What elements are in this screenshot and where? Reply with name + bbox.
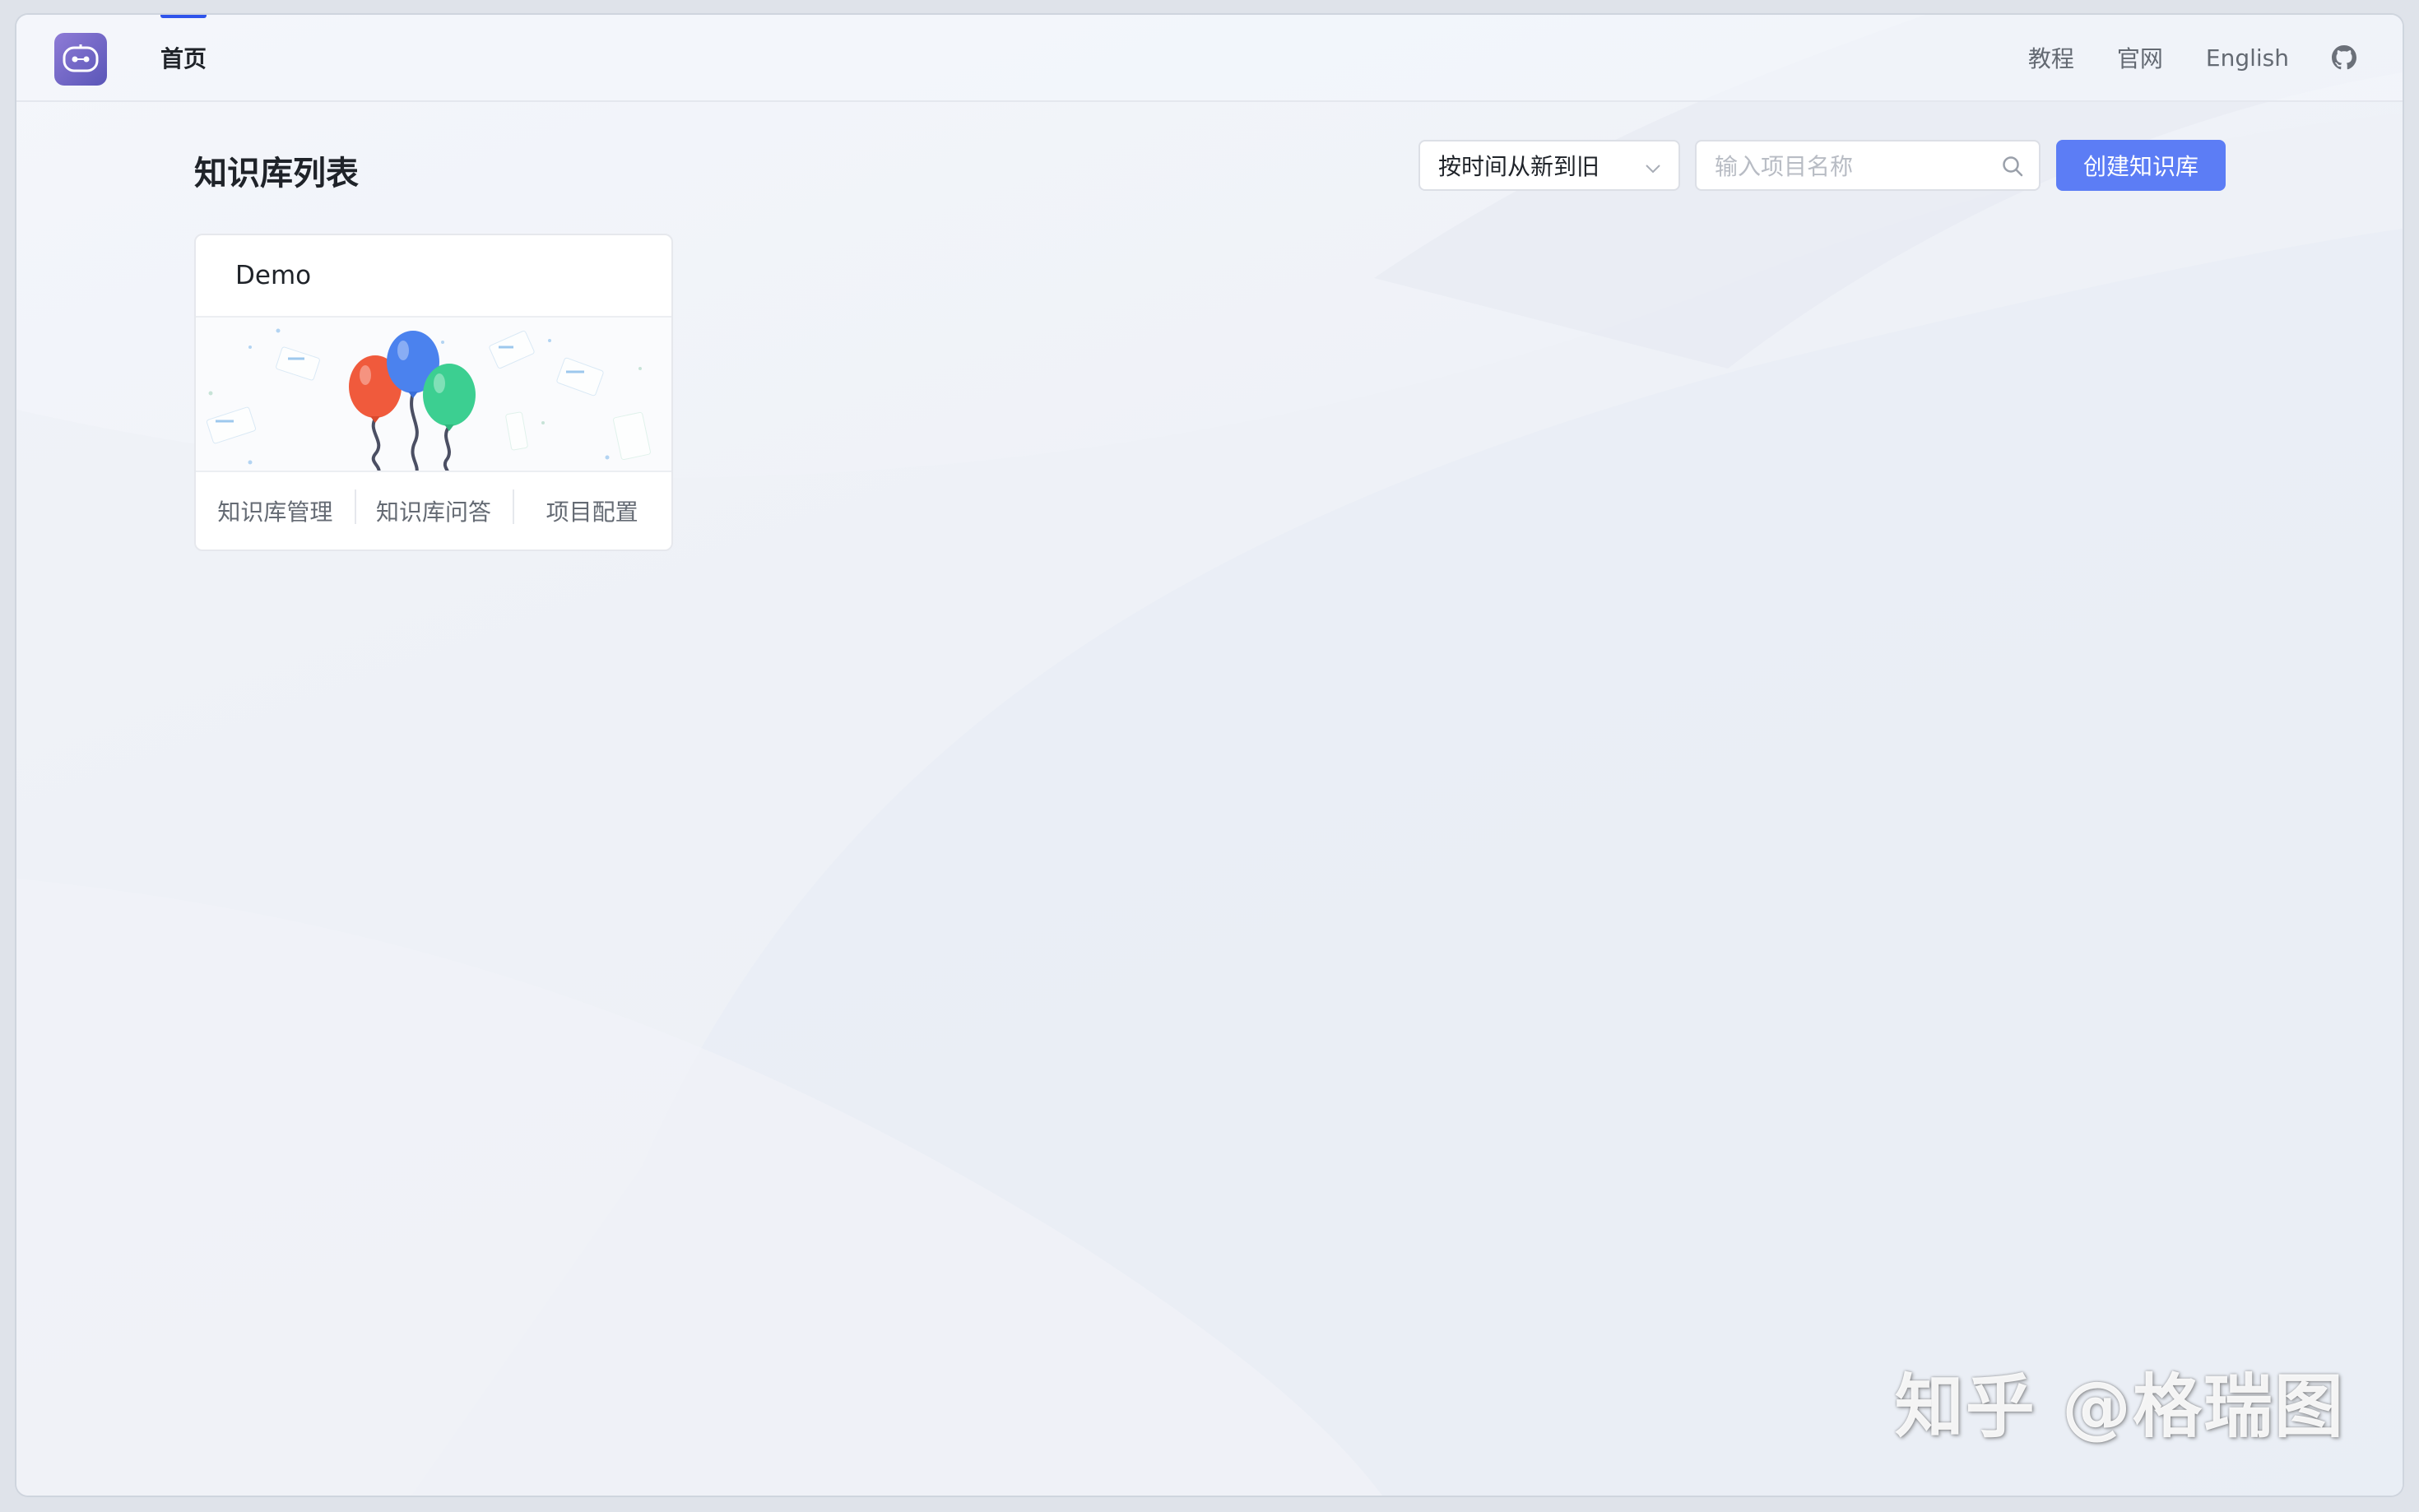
balloons-illustration xyxy=(196,316,671,475)
github-icon[interactable] xyxy=(2332,45,2356,70)
nav-home-tab[interactable]: 首页 xyxy=(160,15,207,100)
project-search-input[interactable] xyxy=(1715,150,1986,183)
kb-manage-action[interactable]: 知识库管理 xyxy=(196,494,355,527)
robot-brain-icon[interactable] xyxy=(54,33,107,86)
nav-link-official-site[interactable]: 官网 xyxy=(2117,41,2163,74)
kb-qa-action[interactable]: 知识库问答 xyxy=(354,489,513,527)
active-tab-indicator xyxy=(160,15,207,18)
search-icon[interactable] xyxy=(2001,155,2024,181)
card-title: Demo xyxy=(235,261,312,290)
page-title: 知识库列表 xyxy=(194,155,359,192)
sort-order-select[interactable]: 按时间从新到旧 xyxy=(1418,140,1680,191)
nav-home-label: 首页 xyxy=(160,45,207,72)
sort-order-value: 按时间从新到旧 xyxy=(1438,153,1600,180)
chevron-down-icon xyxy=(1644,156,1662,183)
watermark: 知乎 @格瑞图 xyxy=(1894,1366,2345,1447)
app-window: 首页 教程 官网 English 知识库列表 按时间从新到旧 创 xyxy=(16,15,2403,1496)
top-nav-bar: 首页 教程 官网 English xyxy=(16,15,2403,102)
create-knowledge-base-button[interactable]: 创建知识库 xyxy=(2056,140,2226,191)
project-search-box xyxy=(1695,140,2041,191)
nav-links: 教程 官网 English xyxy=(2028,15,2356,100)
nav-link-tutorial[interactable]: 教程 xyxy=(2028,41,2074,74)
project-config-action[interactable]: 项目配置 xyxy=(513,489,671,527)
knowledge-base-card[interactable]: Demo 知识库管理 知识库问答 项目配置 xyxy=(194,234,673,551)
card-actions: 知识库管理 知识库问答 项目配置 xyxy=(196,472,671,550)
nav-link-language[interactable]: English xyxy=(2206,44,2289,72)
